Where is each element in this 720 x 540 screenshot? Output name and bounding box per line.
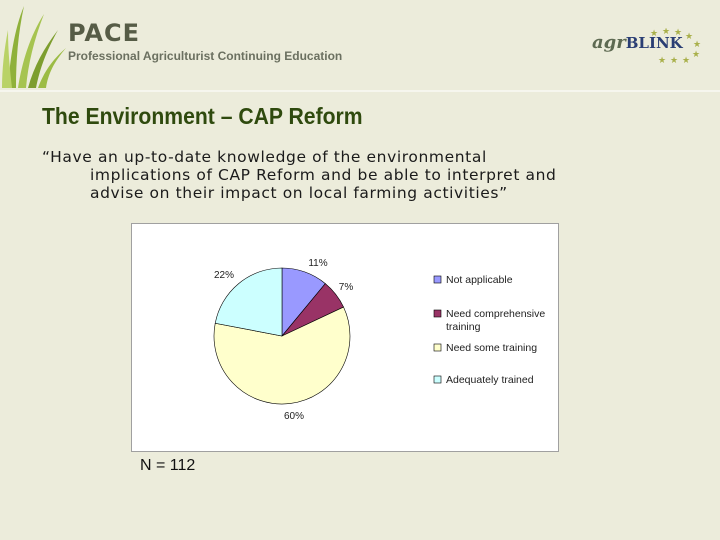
brand-tagline: Professional Agriculturist Continuing Ed… [68,49,343,63]
legend-swatch-3 [433,343,442,352]
legend-label-4: Adequately trained [446,374,534,386]
svg-text:★: ★ [682,56,690,64]
quote-line-3: advise on their impact on local farming … [90,184,508,202]
pie-data-label-3: 60% [284,411,304,422]
brand-name: PACE [68,19,140,47]
svg-text:★: ★ [693,40,701,50]
legend-swatch-4 [433,375,442,384]
partner-logo: ★ ★ ★ ★ ★ ★ ★ ★ ★ agrBLINK [592,28,704,64]
pie-chart: 11% 7% 60% 22% Not applicable Need comprehens… [213,258,545,422]
legend-label-2-line-1: Need comprehensive [446,308,545,320]
pie-data-label-1: 11% [308,258,327,269]
header-divider [0,90,720,92]
pie-data-label-2: 7% [339,282,354,293]
legend-label-2-line-2: training [446,321,481,333]
legend-swatch-1 [433,275,442,284]
partner-logo-text-b: BLINK [625,34,683,52]
brand-block: PACE Professional Agriculturist Continui… [68,20,342,63]
pie-data-label-4: 22% [214,270,234,281]
partner-logo-text: agrBLINK [592,32,683,53]
slide-quote: “Have an up-to-date knowledge of the env… [42,148,642,202]
legend-label-1: Not applicable [446,274,513,286]
legend-swatch-2 [433,309,442,318]
sample-size-label: N = 112 [140,457,196,474]
slide-title: The Environment – CAP Reform [42,103,363,129]
quote-line-1: “Have an up-to-date knowledge of the env… [42,148,487,166]
legend-label-3: Need some training [446,342,537,354]
svg-text:★: ★ [685,32,693,42]
quote-line-2: implications of CAP Reform and be able t… [90,166,557,184]
svg-text:★: ★ [692,50,700,60]
slide-header: PACE Professional Agriculturist Continui… [0,0,720,90]
partner-logo-text-a: agr [592,32,626,53]
svg-text:★: ★ [658,56,666,64]
pie-chart-panel: 11% 7% 60% 22% Not applicable Need comprehens… [131,223,559,452]
svg-text:★: ★ [670,56,678,64]
